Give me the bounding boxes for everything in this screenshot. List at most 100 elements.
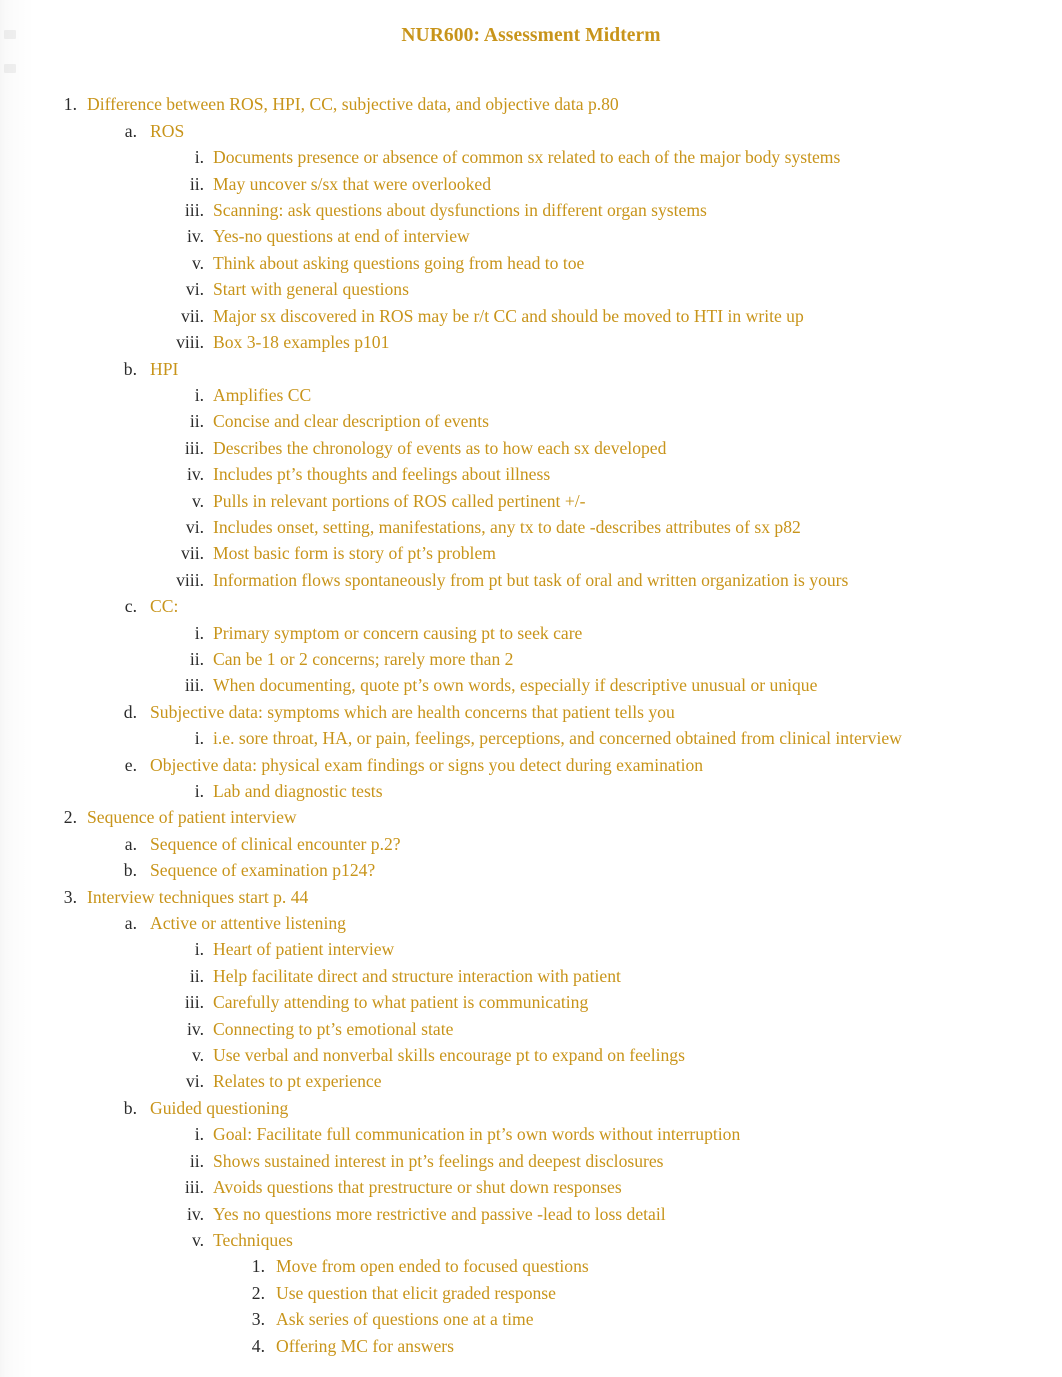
outline-item-marker: 1. (251, 1256, 265, 1277)
outline-item: 2. Use question that elicit graded respon… (0, 1280, 1062, 1306)
outline-item-text: Use question that elicit graded response (276, 1282, 556, 1303)
outline-item-text: Start with general questions (213, 279, 409, 300)
outline-item: iii. Carefully attending to what patient … (0, 989, 1062, 1015)
outline-item: viii. Information flows spontaneously fro… (0, 567, 1062, 593)
outline-item-marker: viii. (176, 332, 204, 353)
page-title: NUR600: Assessment Midterm (401, 25, 661, 46)
outline-item: iii. When documenting, quote pt’s own wor… (0, 672, 1062, 698)
outline-item-marker: 3. (251, 1309, 265, 1330)
outline-item: iii. Scanning: ask questions about dysfun… (0, 197, 1062, 223)
outline-item: ii. Shows sustained interest in pt’s feel… (0, 1148, 1062, 1174)
outline-item-text: Subjective data: symptoms which are heal… (150, 701, 675, 722)
outline-item: i. Primary symptom or concern causing pt … (0, 620, 1062, 646)
outline-item-text: Sequence of patient interview (87, 807, 297, 828)
outline-item-marker: d. (123, 701, 137, 722)
outline-item-text: Shows sustained interest in pt’s feeling… (213, 1150, 664, 1171)
outline-item-marker: i. (194, 728, 204, 749)
outline-item-text: Goal: Facilitate full communication in p… (213, 1124, 741, 1145)
outline-item: v. Think about asking questions going fro… (0, 250, 1062, 276)
outline-item: i. Goal: Facilitate full communication in… (0, 1121, 1062, 1147)
outline-item: 4. Offering MC for answers (0, 1333, 1062, 1359)
outline-item: v. Use verbal and nonverbal skills encour… (0, 1042, 1062, 1068)
outline-item-marker: v. (191, 1045, 204, 1066)
outline-item-text: Can be 1 or 2 concerns; rarely more than… (213, 648, 514, 669)
outline-item: 3. Ask series of questions one at a time (0, 1306, 1062, 1332)
outline-item-text: Yes no questions more restrictive and pa… (213, 1203, 666, 1224)
outline-item-text: Documents presence or absence of common … (213, 147, 841, 168)
outline-item-text: Sequence of clinical encounter p.2? (150, 833, 401, 854)
outline-item: iv. Connecting to pt’s emotional state (0, 1016, 1062, 1042)
outline-item-text: Interview techniques start p. 44 (87, 886, 309, 907)
outline-item-text: Includes onset, setting, manifestations,… (213, 516, 801, 537)
outline-item-marker: v. (191, 252, 204, 273)
outline-item-text: Use verbal and nonverbal skills encourag… (213, 1045, 685, 1066)
outline-item: vii. Major sx discovered in ROS may be r/… (0, 303, 1062, 329)
outline-item-text: Scanning: ask questions about dysfunctio… (213, 200, 707, 221)
outline-item-marker: 2. (63, 807, 77, 828)
outline-item: a. Active or attentive listening (0, 910, 1062, 936)
outline-item-marker: iv. (187, 1018, 204, 1039)
outline-item: ii. Help facilitate direct and structure … (0, 963, 1062, 989)
outline-item: a. ROS (0, 118, 1062, 144)
outline-item: b. Sequence of examination p124? (0, 857, 1062, 883)
outline-item-marker: 4. (251, 1335, 265, 1356)
outline-item-marker: iii. (184, 675, 204, 696)
outline-item: e. Objective data: physical exam findings… (0, 752, 1062, 778)
outline-item-marker: iv. (187, 226, 204, 247)
outline-item: ii. Can be 1 or 2 concerns; rarely more t… (0, 646, 1062, 672)
outline-item-text: Guided questioning (150, 1097, 289, 1118)
outline-item: v. Techniques (0, 1227, 1062, 1253)
outline-item-text: i.e. sore throat, HA, or pain, feelings,… (213, 728, 902, 749)
outline-item-marker: 3. (63, 886, 77, 907)
outline-item-text: Relates to pt experience (213, 1071, 382, 1092)
outline-item-text: Heart of patient interview (213, 939, 395, 960)
outline-item: 1. Move from open ended to focused questi… (0, 1253, 1062, 1279)
outline-item: b. Guided questioning (0, 1095, 1062, 1121)
outline-item-marker: v. (191, 1229, 204, 1250)
outline-item-text: Ask series of questions one at a time (276, 1309, 534, 1330)
outline-item-marker: a. (124, 120, 137, 141)
outline-item-marker: iii. (184, 200, 204, 221)
outline-item-marker: vi. (185, 1071, 204, 1092)
outline-item-text: Think about asking questions going from … (213, 252, 585, 273)
outline-item-marker: iii. (184, 437, 204, 458)
outline-item-marker: vi. (185, 516, 204, 537)
outline-item: viii. Box 3-18 examples p101 (0, 329, 1062, 355)
outline-item-marker: a. (124, 913, 137, 934)
outline-item-marker: b. (123, 1097, 137, 1118)
outline-item: 3. Interview techniques start p. 44 (0, 884, 1062, 910)
outline-item: iv. Yes no questions more restrictive and… (0, 1201, 1062, 1227)
outline-item: ii. May uncover s/sx that were overlooked (0, 171, 1062, 197)
outline-item-text: Includes pt’s thoughts and feelings abou… (213, 464, 551, 485)
outline-item-marker: b. (123, 860, 137, 881)
outline-item: a. Sequence of clinical encounter p.2? (0, 831, 1062, 857)
outline-item-marker: vi. (185, 279, 204, 300)
outline-item: 2. Sequence of patient interview (0, 804, 1062, 830)
outline-item: vi. Relates to pt experience (0, 1068, 1062, 1094)
outline-item-text: Techniques (213, 1229, 293, 1250)
outline-item-text: HPI (150, 358, 179, 379)
outline-item-text: ROS (150, 120, 185, 141)
outline-item-marker: iv. (187, 464, 204, 485)
outline-item-marker: e. (124, 754, 137, 775)
outline-item: d. Subjective data: symptoms which are he… (0, 699, 1062, 725)
outline-item-text: Sequence of examination p124? (150, 860, 376, 881)
outline-item-text: Connecting to pt’s emotional state (213, 1018, 454, 1039)
outline-item: ii. Concise and clear description of even… (0, 408, 1062, 434)
outline-item: iii. Describes the chronology of events a… (0, 435, 1062, 461)
outline-item: i. Documents presence or absence of commo… (0, 144, 1062, 170)
outline-item-text: Amplifies CC (213, 384, 312, 405)
outline-item-marker: i. (194, 939, 204, 960)
outline-item-text: CC: (150, 596, 179, 617)
outline-item-text: When documenting, quote pt’s own words, … (213, 675, 818, 696)
outline-item-marker: vii. (181, 305, 204, 326)
outline-item: 1. Difference between ROS, HPI, CC, subje… (0, 91, 1062, 117)
outline-item: i. i.e. sore throat, HA, or pain, feeling… (0, 725, 1062, 751)
outline-item-marker: ii. (189, 411, 204, 432)
outline-item-text: Major sx discovered in ROS may be r/t CC… (213, 305, 804, 326)
outline-item: iv. Includes pt’s thoughts and feelings a… (0, 461, 1062, 487)
outline-item: i. Amplifies CC (0, 382, 1062, 408)
outline-item-marker: i. (194, 384, 204, 405)
outline-item-text: Concise and clear description of events (213, 411, 490, 432)
outline-item-text: Box 3-18 examples p101 (213, 332, 390, 353)
